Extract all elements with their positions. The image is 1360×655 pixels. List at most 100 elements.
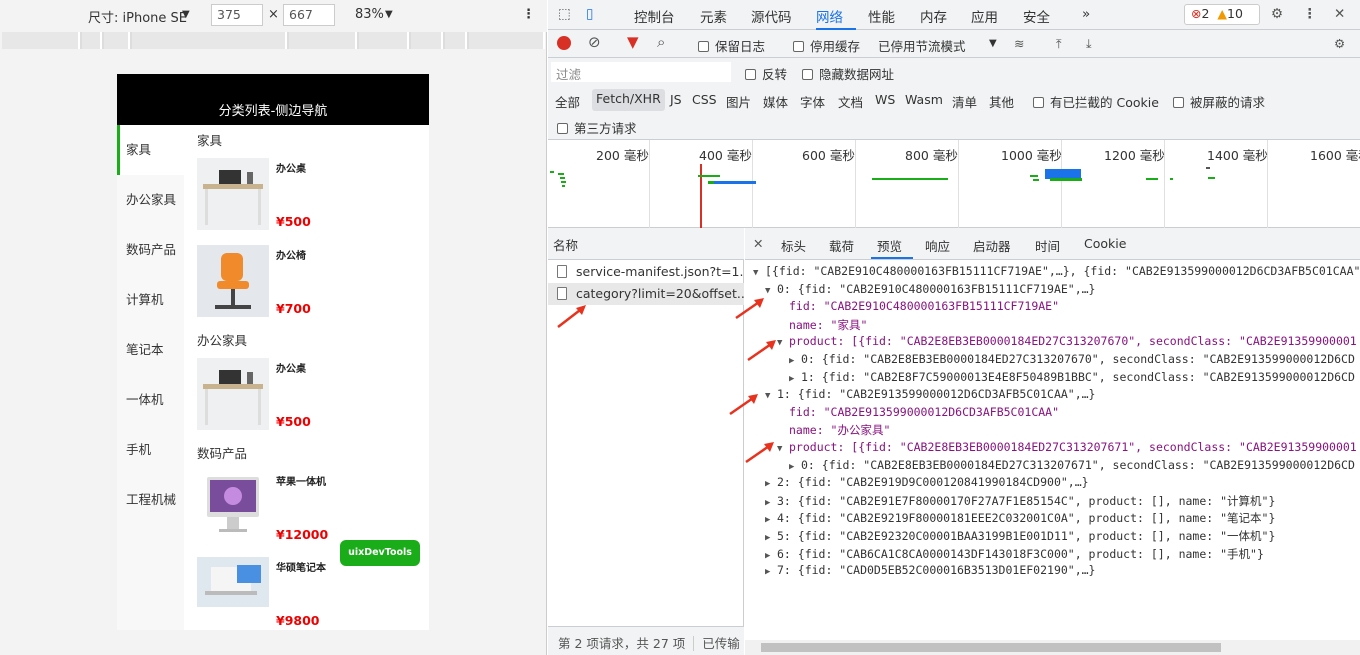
tab-sources[interactable]: 源代码 xyxy=(751,6,792,26)
filter-input[interactable]: 过滤 xyxy=(551,62,731,82)
tab-performance[interactable]: 性能 xyxy=(868,6,895,26)
network-timeline-overview[interactable]: 200 毫秒 400 毫秒 600 毫秒 800 毫秒 1000 毫秒 1200… xyxy=(548,140,1360,228)
json-line[interactable]: ▼ 0: {fid: "CAB2E910C480000163FB15111CF71… xyxy=(765,282,1096,299)
tab-console[interactable]: 控制台 xyxy=(634,6,675,26)
issues-badge[interactable]: ⊗2 ▲10 xyxy=(1184,4,1260,25)
collapsed-triangle-icon[interactable]: ▶ xyxy=(765,567,777,577)
expanded-triangle-icon[interactable]: ▼ xyxy=(753,268,765,278)
name-column-header[interactable]: 名称 xyxy=(548,228,744,260)
media-query-ruler[interactable] xyxy=(2,32,545,49)
collapsed-triangle-icon[interactable]: ▶ xyxy=(789,462,801,472)
disable-cache-checkbox[interactable]: 停用缓存 xyxy=(793,36,860,55)
search-icon[interactable]: ⌕ xyxy=(657,33,665,51)
filter-icon[interactable]: ▼ xyxy=(627,33,639,51)
json-line[interactable]: ▼ product: [{fid: "CAB2E8EB3EB0000184ED27… xyxy=(777,440,1357,457)
close-icon[interactable]: ✕ xyxy=(753,236,763,251)
json-line[interactable]: ▶ 0: {fid: "CAB2E8EB3EB0000184ED27C313207… xyxy=(789,352,1355,369)
json-line[interactable]: ▼ 1: {fid: "CAB2E913599000012D6CD3AFB5C01… xyxy=(765,387,1096,404)
category-item[interactable]: 家具 xyxy=(117,125,184,175)
json-line[interactable]: ▶ 7: {fid: "CAD0D5EB52C000016B3513D01EF02… xyxy=(765,563,1096,580)
tab-memory[interactable]: 内存 xyxy=(920,6,947,26)
product-item[interactable]: 办公椅 ¥700 xyxy=(197,245,429,319)
type-doc[interactable]: 文档 xyxy=(838,92,863,111)
tab-preview[interactable]: 预览 xyxy=(877,236,902,255)
type-img[interactable]: 图片 xyxy=(726,92,751,111)
device-toggle-icon[interactable]: ▯ xyxy=(586,6,593,22)
expanded-triangle-icon[interactable]: ▼ xyxy=(777,444,789,454)
tab-network[interactable]: 网络 xyxy=(816,6,843,26)
more-options-icon[interactable]: ⋮ xyxy=(1303,6,1317,22)
json-line[interactable]: ▶ 2: {fid: "CAB2E919D9C000120841990184CD9… xyxy=(765,475,1089,492)
device-width-input[interactable]: 375 xyxy=(211,4,263,26)
collapsed-triangle-icon[interactable]: ▶ xyxy=(789,356,801,366)
scrollbar-thumb[interactable] xyxy=(761,643,1221,652)
expanded-triangle-icon[interactable]: ▼ xyxy=(777,338,789,348)
collapsed-triangle-icon[interactable]: ▶ xyxy=(789,374,801,384)
zoom-select[interactable]: 83% xyxy=(355,7,384,22)
product-item[interactable]: 华硕笔记本 ¥9800 xyxy=(197,557,429,630)
product-item[interactable]: 苹果一体机 ¥12000 xyxy=(197,471,429,545)
type-font[interactable]: 字体 xyxy=(800,92,825,111)
collapsed-triangle-icon[interactable]: ▶ xyxy=(765,551,777,561)
product-item[interactable]: 办公桌 ¥500 xyxy=(197,358,429,432)
gear-icon[interactable]: ⚙ xyxy=(1334,36,1345,51)
category-item[interactable]: 办公家具 xyxy=(117,175,184,225)
type-js[interactable]: JS xyxy=(670,92,682,107)
type-fetch-xhr[interactable]: Fetch/XHR xyxy=(592,89,665,111)
category-item[interactable]: 工程机械 xyxy=(117,475,184,525)
type-ws[interactable]: WS xyxy=(875,92,895,107)
tab-elements[interactable]: 元素 xyxy=(700,6,727,26)
device-size-select[interactable]: 尺寸: iPhone SE xyxy=(88,7,187,26)
category-item[interactable]: 计算机 xyxy=(117,275,184,325)
type-css[interactable]: CSS xyxy=(692,92,717,107)
chevron-down-icon[interactable]: ▼ xyxy=(989,38,997,49)
record-icon[interactable] xyxy=(557,36,571,50)
tab-application[interactable]: 应用 xyxy=(971,6,998,26)
json-line[interactable]: ▶ 6: {fid: "CAB6CA1C8CA0000143DF143018F3C… xyxy=(765,546,1264,563)
request-row[interactable]: service-manifest.json?t=1... xyxy=(548,261,744,283)
json-line[interactable]: ▼ product: [{fid: "CAB2E8EB3EB0000184ED27… xyxy=(777,334,1357,351)
hide-data-urls-checkbox[interactable]: 隐藏数据网址 xyxy=(802,64,894,83)
tab-response[interactable]: 响应 xyxy=(925,236,950,255)
json-line[interactable]: ▶ 0: {fid: "CAB2E8EB3EB0000184ED27C313207… xyxy=(789,458,1355,475)
expanded-triangle-icon[interactable]: ▼ xyxy=(765,286,777,296)
type-all[interactable]: 全部 xyxy=(555,92,580,111)
type-media[interactable]: 媒体 xyxy=(763,92,788,111)
blocked-cookies-checkbox[interactable]: 有已拦截的 Cookie xyxy=(1033,92,1159,111)
collapsed-triangle-icon[interactable]: ▶ xyxy=(765,479,777,489)
category-item[interactable]: 笔记本 xyxy=(117,325,184,375)
json-line[interactable]: ▶ 4: {fid: "CAB2E9219F80000181EEE2C032001… xyxy=(765,510,1275,527)
chevron-down-icon[interactable]: ▼ xyxy=(385,9,393,20)
chevron-down-icon[interactable]: ▼ xyxy=(182,9,190,20)
type-other[interactable]: 其他 xyxy=(989,92,1014,111)
invert-checkbox[interactable]: 反转 xyxy=(745,64,787,83)
tab-payload[interactable]: 载荷 xyxy=(829,236,854,255)
tab-security[interactable]: 安全 xyxy=(1023,6,1050,26)
type-manifest[interactable]: 清单 xyxy=(952,92,977,111)
close-icon[interactable]: ✕ xyxy=(1334,6,1345,22)
category-item[interactable]: 一体机 xyxy=(117,375,184,425)
type-wasm[interactable]: Wasm xyxy=(905,92,943,107)
download-icon[interactable]: ⤓ xyxy=(1086,36,1092,52)
uix-devtools-button[interactable]: uixDevTools xyxy=(340,540,420,566)
network-conditions-icon[interactable]: ≋ xyxy=(1014,36,1024,51)
blocked-requests-checkbox[interactable]: 被屏蔽的请求 xyxy=(1173,92,1265,111)
upload-icon[interactable]: ⤒ xyxy=(1056,36,1062,52)
inspect-element-icon[interactable]: ⬚ xyxy=(558,6,571,22)
tab-cookies[interactable]: Cookie xyxy=(1084,236,1126,251)
tab-timing[interactable]: 时间 xyxy=(1035,236,1060,255)
category-item[interactable]: 手机 xyxy=(117,425,184,475)
tab-headers[interactable]: 标头 xyxy=(781,236,806,255)
preserve-log-checkbox[interactable]: 保留日志 xyxy=(698,36,765,55)
throttle-select[interactable]: 已停用节流模式 xyxy=(878,36,966,55)
clear-icon[interactable]: ⊘ xyxy=(588,33,601,51)
collapsed-triangle-icon[interactable]: ▶ xyxy=(765,533,777,543)
gear-icon[interactable]: ⚙ xyxy=(1271,6,1283,22)
product-item[interactable]: 办公桌 ¥500 xyxy=(197,158,429,232)
horizontal-scrollbar[interactable] xyxy=(745,640,1360,655)
json-line[interactable]: ▼ [{fid: "CAB2E910C480000163FB15111CF719A… xyxy=(753,264,1360,281)
tab-initiator[interactable]: 启动器 xyxy=(973,236,1011,255)
third-party-checkbox[interactable]: 第三方请求 xyxy=(557,118,637,137)
request-row[interactable]: category?limit=20&offset... xyxy=(548,283,744,305)
json-line[interactable]: ▶ 3: {fid: "CAB2E91E7F80000170F27A7F1E851… xyxy=(765,493,1275,510)
